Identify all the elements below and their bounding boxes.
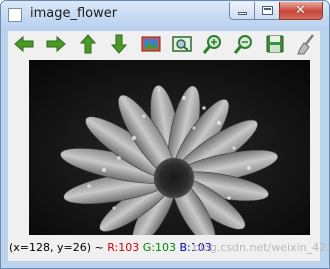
close-icon: ✕ [295,3,306,18]
zoom-region-icon [172,36,192,52]
watermark: blog.csdn.net/weixin_42308347 [193,241,329,254]
toolbar [8,31,320,59]
clear-button[interactable] [295,33,317,55]
pan-up-button[interactable] [77,33,99,55]
red-value: R:103 [107,241,140,254]
arrow-up-icon [79,34,97,54]
pixel-info: (x=128, y=26) ~ R:103 G:103 B:103 [9,241,212,254]
maximize-button[interactable] [254,2,280,20]
save-image-button[interactable] [140,33,162,55]
pan-down-button[interactable] [108,33,130,55]
close-button[interactable]: ✕ [279,2,323,20]
zoom-region-button[interactable] [171,33,193,55]
title-bar[interactable]: image_flower ✕ [1,1,329,31]
arrow-down-icon [110,34,128,54]
client-area: (x=128, y=26) ~ R:103 G:103 B:103 blog.c… [8,31,329,261]
separator: ~ [94,241,104,254]
arrow-left-icon [14,35,34,53]
window-title: image_flower [30,6,118,21]
pan-right-button[interactable] [45,33,67,55]
image-canvas[interactable] [29,60,310,235]
flower-image [29,60,310,235]
status-bar: (x=128, y=26) ~ R:103 G:103 B:103 blog.c… [8,237,329,261]
brush-icon [297,34,314,55]
green-value: G:103 [142,241,176,254]
zoom-out-icon [233,35,252,54]
zoom-out-button[interactable] [233,33,255,55]
save-button[interactable] [264,33,286,55]
window-bottom-border [1,261,329,268]
save-as-image-icon [141,36,161,52]
arrow-right-icon [46,35,66,53]
minimize-button[interactable] [229,2,255,20]
app-window: image_flower ✕ (x=128, y=26) ~ R:103 G:1… [0,0,330,269]
zoom-in-button[interactable] [202,33,224,55]
zoom-in-icon [202,35,221,54]
minimize-icon [238,12,247,15]
app-icon [8,8,22,22]
cursor-coordinates: (x=128, y=26) [9,241,92,254]
save-icon [266,35,284,53]
maximize-icon [262,6,273,15]
pan-left-button[interactable] [13,33,35,55]
